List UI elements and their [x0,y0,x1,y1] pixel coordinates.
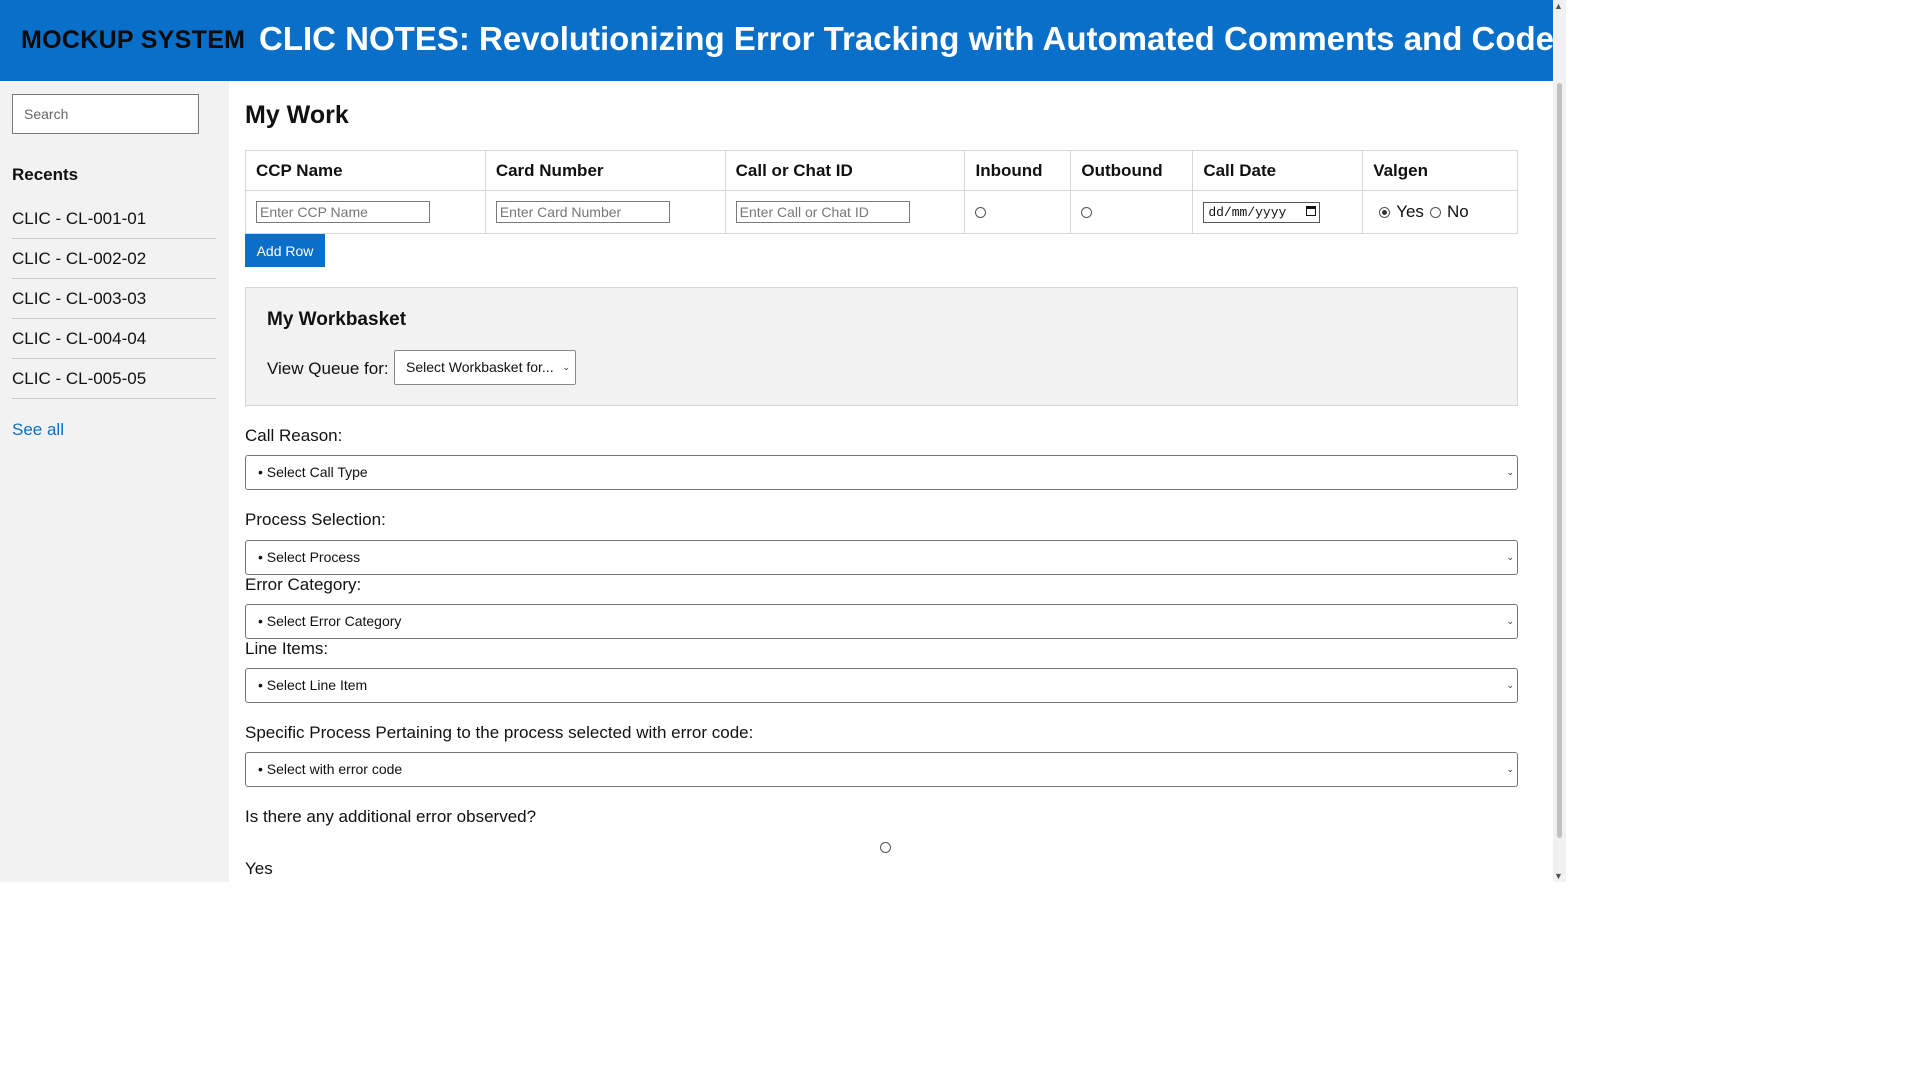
recent-item[interactable]: CLIC - CL-005-05 [12,359,216,399]
scroll-thumb[interactable] [1557,83,1562,838]
ccp-name-cell [245,190,486,234]
date-placeholder: dd/mm/yyyy [1208,204,1287,220]
chevron-down-icon: ⌄ [1506,616,1514,626]
card-number-cell [484,190,726,234]
error-category-value: • Select Error Category [258,613,402,629]
chevron-down-icon: ⌄ [1506,467,1514,477]
chevron-down-icon: ⌄ [1506,680,1514,690]
column-header-call-chat-id: Call or Chat ID [724,150,966,191]
table-header-row: CCP Name Card Number Call or Chat ID Inb… [245,150,1518,191]
workbasket-select-value: Select Workbasket for... [406,359,554,375]
chevron-down-icon: ⌄ [1506,764,1514,774]
column-header-call-date: Call Date [1192,150,1364,191]
see-all-link[interactable]: See all [12,420,64,440]
search-input[interactable] [12,94,199,134]
ccp-name-input[interactable] [256,201,430,223]
error-code-select[interactable]: • Select with error code ⌄ [245,752,1518,787]
column-header-inbound: Inbound [964,150,1072,191]
recents-list: CLIC - CL-001-01 CLIC - CL-002-02 CLIC -… [12,199,216,399]
chevron-down-icon: ⌄ [1506,552,1514,562]
line-item-value: • Select Line Item [258,677,368,693]
call-date-input[interactable]: dd/mm/yyyy [1203,201,1321,223]
view-queue-label: View Queue for: [267,359,389,378]
column-header-card-number: Card Number [484,150,726,191]
valgen-yes-label: Yes [1396,202,1424,221]
column-header-outbound: Outbound [1070,150,1194,191]
sidebar: Recents CLIC - CL-001-01 CLIC - CL-002-0… [0,81,229,882]
additional-error-question: Is there any additional error observed? [245,807,537,826]
process-selection-label: Process Selection: [245,510,386,529]
call-reason-value: • Select Call Type [258,464,368,480]
call-chat-id-cell [724,190,966,234]
specific-process-label: Specific Process Pertaining to the proce… [245,723,754,742]
scroll-down-icon[interactable]: ▼ [1554,871,1563,881]
chevron-down-icon: ⌄ [562,362,570,372]
calendar-icon[interactable] [1306,205,1317,216]
valgen-no-label: No [1446,202,1469,221]
line-items-label: Line Items: [245,639,329,658]
workbasket-select[interactable]: Select Workbasket for... ⌄ [394,350,576,385]
valgen-no-radio[interactable] [1429,206,1441,218]
app-header: MOCKUP SYSTEM CLIC NOTES: Revolutionizin… [0,0,1553,81]
scroll-up-icon[interactable]: ▲ [1554,1,1563,11]
column-header-valgen: Valgen [1362,150,1518,191]
valgen-cell: Yes No [1362,190,1518,234]
line-item-select[interactable]: • Select Line Item ⌄ [245,668,1518,703]
recent-item[interactable]: CLIC - CL-001-01 [12,199,216,239]
page-title: My Work [245,101,349,129]
recent-item[interactable]: CLIC - CL-003-03 [12,279,216,319]
call-chat-id-input[interactable] [735,201,910,223]
my-work-table: CCP Name Card Number Call or Chat ID Inb… [245,150,1518,234]
workbasket-panel: My Workbasket View Queue for: Select Wor… [245,287,1518,406]
column-header-ccp-name: CCP Name [245,150,486,191]
outbound-cell [1070,190,1194,234]
error-code-value: • Select with error code [258,761,403,777]
error-category-select[interactable]: • Select Error Category ⌄ [245,604,1518,639]
call-reason-label: Call Reason: [245,426,343,445]
inbound-cell [964,190,1072,234]
additional-error-yes-label: Yes [245,859,273,878]
add-row-button[interactable]: Add Row [245,234,325,267]
brand-logo-text: MOCKUP SYSTEM [21,26,246,54]
additional-error-yes-radio[interactable] [880,842,891,853]
recent-item[interactable]: CLIC - CL-004-04 [12,319,216,359]
error-category-label: Error Category: [245,575,362,594]
page-scrollbar[interactable]: ▲ ▼ [1553,0,1566,882]
valgen-yes-radio[interactable] [1379,206,1391,218]
app-title: CLIC NOTES: Revolutionizing Error Tracki… [259,20,1553,57]
recent-item[interactable]: CLIC - CL-002-02 [12,239,216,279]
recents-heading: Recents [12,165,79,184]
table-row: dd/mm/yyyy Yes No [245,190,1518,234]
workbasket-title: My Workbasket [267,309,407,330]
process-value: • Select Process [258,549,361,565]
call-date-cell: dd/mm/yyyy [1192,190,1364,234]
call-reason-select[interactable]: • Select Call Type ⌄ [245,455,1518,490]
process-select[interactable]: • Select Process ⌄ [245,540,1518,575]
card-number-input[interactable] [495,201,670,223]
inbound-radio[interactable] [975,207,987,219]
outbound-radio[interactable] [1081,207,1093,219]
